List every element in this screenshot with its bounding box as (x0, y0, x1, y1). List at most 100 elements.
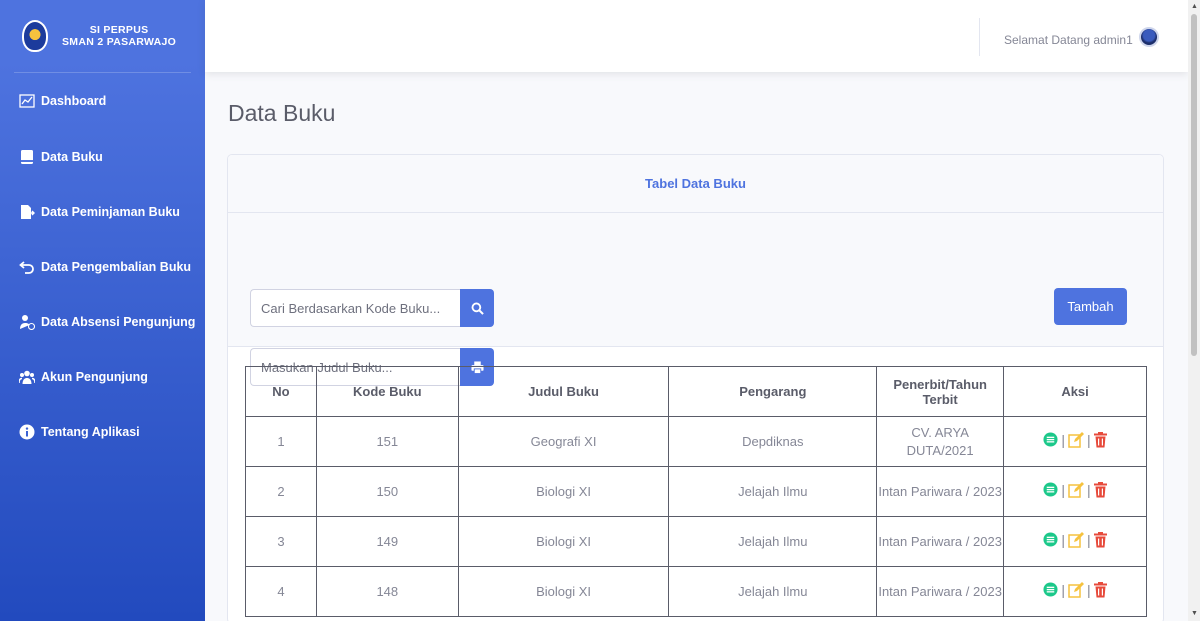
user-clock-icon (20, 314, 35, 330)
users-icon (19, 370, 35, 384)
sidebar-item-label: Tentang Aplikasi (41, 424, 140, 439)
chart-area-icon (19, 94, 35, 108)
table-header-row: No Kode Buku Judul Buku Pengarang Penerb… (245, 366, 1147, 417)
sidebar-item-akun-pengunjung[interactable]: Akun Pengunjung (0, 349, 205, 404)
search-area: Tambah (228, 213, 1163, 386)
scroll-up-arrow-icon[interactable]: ▲ (1191, 3, 1198, 10)
table-row: 3 149 Biologi XI Jelajah Ilmu Intan Pariwara… (245, 516, 1147, 567)
cell-penerbit: Intan Pariwara / 2023 (876, 566, 1005, 617)
cell-judul-buku: Geografi XI (457, 416, 670, 467)
edit-icon[interactable] (1068, 581, 1085, 598)
edit-icon[interactable] (1068, 481, 1085, 498)
cell-aksi: | | (1003, 416, 1147, 467)
action-group: | | (1043, 531, 1107, 549)
header-pengarang: Pengarang (668, 366, 878, 417)
cell-aksi: | | (1003, 466, 1147, 517)
edit-icon[interactable] (1068, 531, 1085, 548)
action-group: | | (1043, 431, 1107, 449)
search-icon (471, 302, 484, 315)
sidebar-item-label: Data Peminjaman Buku (41, 204, 180, 219)
info-circle-icon (19, 424, 35, 439)
cell-kode-buku: 148 (315, 566, 459, 617)
detail-list-icon[interactable] (1043, 482, 1058, 497)
action-separator: | (1061, 531, 1066, 548)
page-title: Data Buku (228, 100, 336, 126)
sidebar-item-data-peminjaman[interactable]: Data Peminjaman Buku (0, 184, 205, 239)
trash-icon[interactable] (1093, 581, 1107, 598)
search-button[interactable] (460, 289, 494, 327)
brand-line1: SI PERPUS (89, 24, 149, 36)
detail-list-icon[interactable] (1043, 582, 1058, 597)
trash-icon[interactable] (1093, 431, 1107, 448)
sidebar-item-data-buku[interactable]: Data Buku (0, 129, 205, 184)
cell-no: 4 (245, 566, 317, 617)
cell-penerbit: Intan Pariwara / 2023 (876, 466, 1005, 517)
action-separator: | (1087, 581, 1091, 598)
cell-kode-buku: 150 (315, 466, 459, 517)
table-row: 4 148 Biologi XI Jelajah Ilmu Intan Pariwara… (245, 566, 1147, 617)
scroll-thumb[interactable] (1191, 14, 1197, 356)
action-separator: | (1087, 431, 1091, 448)
cell-kode-buku: 149 (315, 516, 459, 567)
cell-no: 1 (245, 416, 317, 467)
brand-text: SI PERPUS SMAN 2 PASARWAJO (62, 24, 176, 48)
cell-judul-buku: Biologi XI (457, 516, 670, 567)
trash-icon[interactable] (1093, 481, 1107, 498)
header-kode-buku: Kode Buku (315, 366, 459, 417)
action-separator: | (1061, 431, 1066, 448)
sidebar-item-label: Dashboard (41, 94, 107, 108)
action-separator: | (1061, 481, 1066, 498)
cell-no: 3 (245, 516, 317, 567)
file-export-icon (21, 204, 35, 219)
table-row: 1 151 Geografi XI Depdiknas CV. ARYA DUTA/20… (245, 416, 1147, 467)
add-book-button[interactable]: Tambah (1054, 288, 1127, 325)
header-judul-buku: Judul Buku (457, 366, 670, 417)
cell-aksi: | | (1003, 516, 1147, 567)
sidebar: SI PERPUS SMAN 2 PASARWAJO Dashboard Dat… (0, 0, 205, 621)
sidebar-item-data-pengembalian[interactable]: Data Pengembalian Buku (0, 239, 205, 294)
sidebar-item-label: Akun Pengunjung (41, 369, 148, 384)
topbar-divider (979, 18, 980, 56)
cell-kode-buku: 151 (315, 416, 459, 467)
sidebar-item-label: Data Absensi Pengunjung (41, 314, 196, 329)
sidebar-item-data-absensi[interactable]: Data Absensi Pengunjung (0, 294, 205, 349)
cell-judul-buku: Biologi XI (457, 566, 670, 617)
trash-icon[interactable] (1093, 531, 1107, 548)
header-aksi: Aksi (1003, 366, 1147, 417)
action-separator: | (1061, 581, 1066, 598)
page-scrollbar[interactable]: ▲ ▼ (1188, 0, 1200, 621)
brand[interactable]: SI PERPUS SMAN 2 PASARWAJO (0, 0, 205, 72)
action-separator: | (1087, 481, 1091, 498)
sidebar-item-dashboard[interactable]: Dashboard (0, 73, 205, 129)
book-icon (21, 149, 33, 164)
action-group: | | (1043, 481, 1107, 499)
scroll-down-arrow-icon[interactable]: ▼ (1191, 610, 1198, 617)
cell-penerbit: CV. ARYA DUTA/2021 (876, 416, 1005, 467)
header-no: No (245, 366, 317, 417)
cell-no: 2 (245, 466, 317, 517)
sidebar-item-label: Data Pengembalian Buku (41, 259, 192, 274)
sidebar-item-label: Data Buku (41, 149, 103, 164)
action-separator: | (1087, 531, 1091, 548)
cell-pengarang: Depdiknas (668, 416, 878, 467)
cell-judul-buku: Biologi XI (457, 466, 670, 517)
topbar: Selamat Datang admin1 (205, 0, 1188, 72)
school-logo-icon (22, 20, 48, 52)
cell-pengarang: Jelajah Ilmu (668, 566, 878, 617)
cell-pengarang: Jelajah Ilmu (668, 516, 878, 567)
card-header: Tabel Data Buku (228, 155, 1163, 213)
search-kode-input[interactable] (250, 289, 460, 327)
edit-icon[interactable] (1068, 431, 1085, 448)
brand-line2: SMAN 2 PASARWAJO (62, 36, 177, 48)
cell-pengarang: Jelajah Ilmu (668, 466, 878, 517)
avatar[interactable] (1139, 27, 1159, 47)
undo-icon (19, 260, 34, 274)
detail-list-icon[interactable] (1043, 532, 1058, 547)
action-group: | | (1043, 581, 1107, 599)
book-table: No Kode Buku Judul Buku Pengarang Penerb… (245, 366, 1147, 617)
welcome-text[interactable]: Selamat Datang admin1 (1004, 33, 1133, 47)
book-table-card: Tabel Data Buku Tambah No Kode Buku Judu… (227, 154, 1164, 621)
table-row: 2 150 Biologi XI Jelajah Ilmu Intan Pariwara… (245, 466, 1147, 517)
sidebar-item-tentang[interactable]: Tentang Aplikasi (0, 404, 205, 459)
detail-list-icon[interactable] (1043, 432, 1058, 447)
